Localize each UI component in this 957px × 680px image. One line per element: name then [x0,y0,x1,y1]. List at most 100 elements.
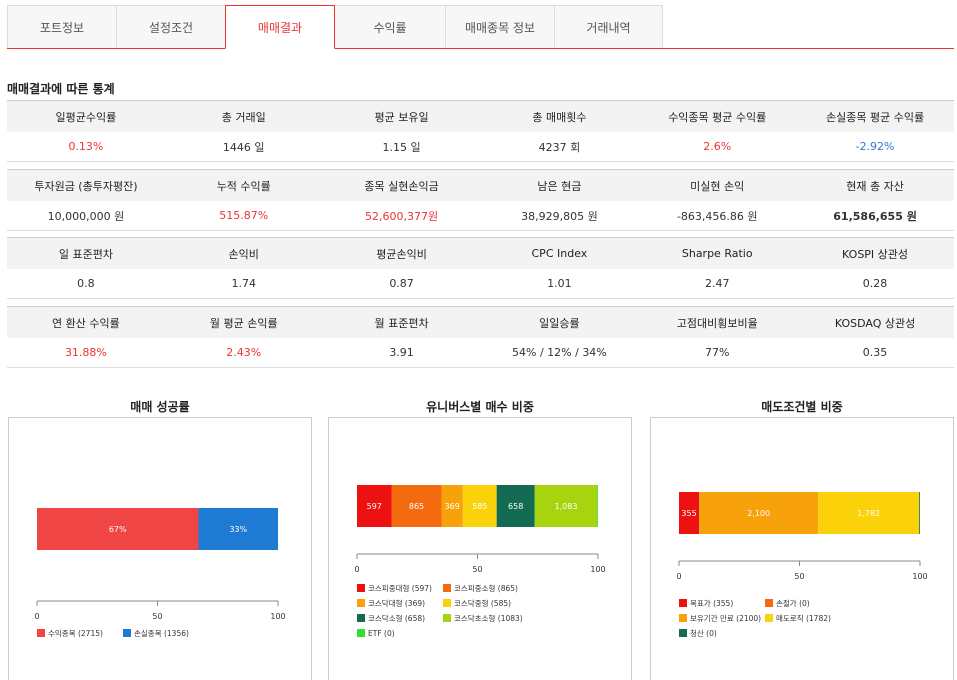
stats-value-row: 0.13% 1446 일 1.15 일 4237 회 2.6% -2.92% [7,132,954,161]
stat-value: 2.47 [704,277,730,290]
stat-value: 0.13% [68,140,104,153]
stat-value: 515.87% [219,209,269,222]
stat-label: Sharpe Ratio [681,247,753,260]
stat-value: 3.91 [389,346,414,359]
stat-label: 투자원금 (총투자평잔) [34,179,138,193]
legend-swatch [765,599,773,607]
stat-label: 남은 현금 [537,179,582,193]
stat-label: 평균 보유일 [374,110,429,124]
bar-data-label: 67% [109,525,127,534]
legend-swatch [443,599,451,607]
bar-data-label: 597 [367,502,382,511]
legend-swatch [679,629,687,637]
stat-label: 손익비 [228,247,259,261]
stat-label: 현재 총 자산 [846,179,904,193]
x-tick-label: 100 [590,565,605,574]
stat-label: 평균손익비 [376,247,427,261]
chart-panel-success-rate: 67% 33% 0 50 100 수익종목 (2715) 손실종목 (1356) [8,417,312,680]
x-tick-label: 0 [676,572,681,581]
tab-0[interactable]: 포트정보 [7,5,117,48]
tab-2[interactable]: 매매결과 [225,5,335,49]
legend-swatch [357,614,365,622]
stat-value: 61,586,655 원 [833,209,917,223]
stat-label: 총 매매횟수 [532,110,587,124]
bar-data-label: 658 [508,502,523,511]
stat-label: 종목 실현손익금 [364,179,439,193]
bar-data-label: 2,100 [747,509,770,518]
stat-label: 손실종목 평균 수익률 [826,110,925,124]
legend-swatch [357,584,365,592]
tab-5[interactable]: 거래내역 [554,5,663,48]
stat-label: 월 표준편차 [374,316,429,330]
stats-table: 일평균수익률 총 거래일 평균 보유일 총 매매횟수 수익종목 평균 수익률 손실종목 평… [7,100,954,162]
bar-data-label: 369 [445,502,460,511]
legend-label: 보유기간 만료 (2100) [690,613,761,623]
legend-label: 손절가 (0) [776,599,810,608]
stats-header-row: 일 표준편차 손익비 평균손익비 CPC Index Sharpe Ratio KOSPI… [7,238,954,269]
stat-value: 2.43% [226,346,262,359]
bar-segment [597,485,598,527]
stats-value-row: 31.88% 2.43% 3.91 54% / 12% / 34% 77% 0.35 [7,338,954,367]
legend-swatch [37,629,45,637]
legend-label: 수익종목 (2715) [48,628,103,638]
stat-value: 1446 일 [222,140,265,154]
bar-data-label: 865 [409,502,424,511]
stats-table: 연 환산 수익률 월 평균 손익률 월 표준편차 일일승률 고점대비횡보비율 KOSDAQ… [7,306,954,368]
stats-header-row: 일평균수익률 총 거래일 평균 보유일 총 매매횟수 수익종목 평균 수익률 손실종목 평… [7,101,954,132]
stat-label: KOSDAQ 상관성 [834,316,916,330]
legend-label: 코스닥중형 (585) [454,598,511,608]
bar-data-label: 355 [681,509,696,518]
stat-label: 고점대비횡보비율 [676,316,758,330]
x-tick-label: 50 [794,572,804,581]
legend-swatch [443,614,451,622]
stat-label: 미실현 손익 [690,179,745,193]
legend-label: 손실종목 (1356) [134,628,189,638]
chart-panel-universe-weight: 597 865 369 585 658 1,083 0 50 100 코스피중대형 (597) 코스… [328,417,632,680]
stat-value: 1.15 일 [382,140,421,154]
stats-header-row: 연 환산 수익률 월 평균 손익률 월 표준편차 일일승률 고점대비횡보비율 KOSDAQ… [7,307,954,338]
legend-swatch [357,629,365,637]
legend-swatch [679,599,687,607]
stat-value: 0.87 [389,277,414,290]
stat-value: 77% [705,346,730,359]
stat-label: 연 환산 수익률 [52,316,120,330]
tab-1[interactable]: 설정조건 [116,5,226,48]
bar-data-label: 1,782 [857,509,880,518]
stat-value: -2.92% [855,140,895,153]
stat-value: 1.74 [231,277,256,290]
success-rate-chart: 67% 33% 0 50 100 수익종목 (2715) 손실종목 (1356) [34,508,286,638]
stat-label: 누적 수익률 [216,179,271,193]
bar-data-label: 585 [472,502,487,511]
chart-panel-sell-condition-weight: 355 2,100 1,782 0 50 100 목표가 (355) 손절가 (0) 보유기간 … [650,417,954,680]
bar-data-label: 1,083 [555,502,578,511]
chart-title-universe-weight: 유니버스별 매수 비중 [426,400,534,414]
stats-value-row: 0.8 1.74 0.87 1.01 2.47 0.28 [7,269,954,298]
sell-condition-weight-chart: 355 2,100 1,782 0 50 100 목표가 (355) 손절가 (0) 보유기간 … [676,492,928,638]
legend-label: 청산 (0) [690,628,717,638]
legend-label: 코스닥대형 (369) [368,598,425,608]
legend-label: ETF (0) [368,629,395,638]
chart-title-success-rate: 매매 성공률 [130,400,190,414]
legend-label: 코스닥초소형 (1083) [454,613,523,623]
stat-value: 10,000,000 원 [47,209,125,223]
stats-table: 투자원금 (총투자평잔) 누적 수익률 종목 실현손익금 남은 현금 미실현 손익 현재 … [7,169,954,231]
legend-swatch [765,614,773,622]
stat-label: 월 평균 손익률 [209,316,278,330]
stat-value: 0.35 [862,346,888,359]
stat-value: 54% / 12% / 34% [512,346,607,359]
section-title: 매매결과에 따른 통계 [7,82,115,96]
stat-value: 0.8 [77,277,95,290]
tab-4[interactable]: 매매종목 정보 [445,5,555,48]
tab-3[interactable]: 수익률 [334,5,446,48]
x-tick-label: 0 [354,565,359,574]
stat-value: 0.28 [862,277,888,290]
universe-weight-chart: 597 865 369 585 658 1,083 0 50 100 코스피중대형 (597) 코스… [354,485,606,638]
legend-swatch [679,614,687,622]
stat-label: KOSPI 상관성 [842,247,909,261]
stats-header-row: 투자원금 (총투자평잔) 누적 수익률 종목 실현손익금 남은 현금 미실현 손익 현재 … [7,170,954,201]
stats-table: 일 표준편차 손익비 평균손익비 CPC Index Sharpe Ratio KOSPI… [7,237,954,299]
stat-value: 4237 회 [538,140,581,154]
legend-swatch [443,584,451,592]
x-tick-label: 100 [270,612,285,621]
bar-segment [919,492,920,534]
